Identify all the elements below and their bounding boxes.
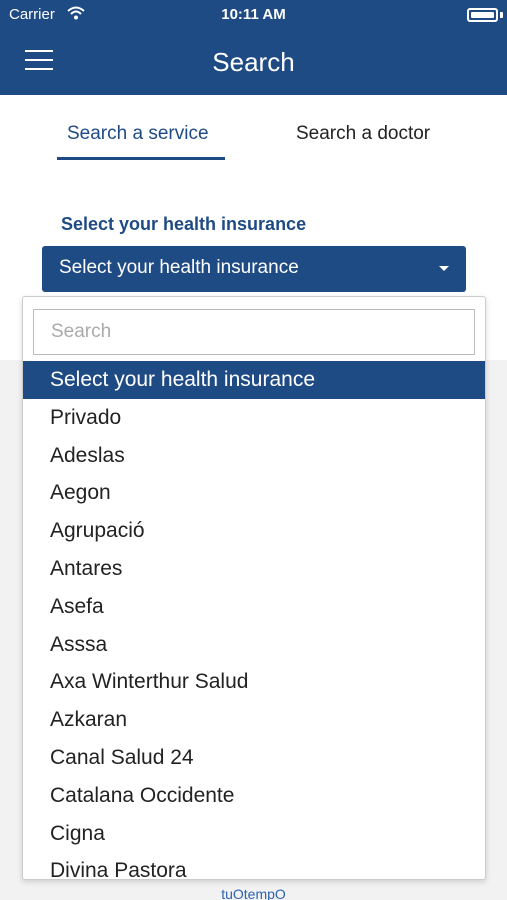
insurance-select-value: Select your health insurance bbox=[59, 257, 299, 278]
dropdown-option[interactable]: Azkaran bbox=[23, 701, 485, 739]
dropdown-option[interactable]: Asssa bbox=[23, 626, 485, 664]
insurance-label: Select your health insurance bbox=[61, 214, 307, 234]
page-title: Search bbox=[212, 47, 295, 77]
insurance-dropdown[interactable]: Select your health insurancePrivadoAdesl… bbox=[22, 296, 486, 880]
dropdown-option[interactable]: Asefa bbox=[23, 588, 485, 626]
dropdown-option[interactable]: Catalana Occidente bbox=[23, 777, 485, 815]
dropdown-option[interactable]: Adeslas bbox=[23, 437, 485, 475]
dropdown-option[interactable]: Aegon bbox=[23, 474, 485, 512]
tab-search-doctor[interactable]: Search a doctor bbox=[296, 123, 430, 145]
battery-tip bbox=[500, 12, 503, 18]
top-bar: Carrier 10:11 AM Search bbox=[0, 0, 507, 95]
dropdown-option[interactable]: Select your health insurance bbox=[23, 361, 485, 399]
tab-search-service[interactable]: Search a service bbox=[67, 123, 209, 145]
footer-brand: tuOtempO bbox=[221, 886, 286, 900]
status-bar: Carrier 10:11 AM bbox=[0, 0, 507, 30]
dropdown-option[interactable]: Antares bbox=[23, 550, 485, 588]
dropdown-option[interactable]: Canal Salud 24 bbox=[23, 739, 485, 777]
dropdown-option[interactable]: Cigna bbox=[23, 815, 485, 853]
dropdown-option[interactable]: Privado bbox=[23, 399, 485, 437]
battery-icon bbox=[467, 8, 498, 22]
dropdown-option[interactable]: Divina Pastora bbox=[23, 852, 485, 879]
caret-down-icon bbox=[439, 266, 449, 271]
clock: 10:11 AM bbox=[221, 6, 286, 23]
options-list: Select your health insurance Privado Adesl… bbox=[23, 361, 485, 879]
dropdown-search-input[interactable] bbox=[33, 309, 475, 355]
insurance-select[interactable]: Select your health insurance bbox=[42, 246, 466, 292]
dropdown-option[interactable]: Axa Winterthur Salud bbox=[23, 663, 485, 701]
dropdown-option[interactable]: Agrupació bbox=[23, 512, 485, 550]
active-tab-indicator bbox=[57, 157, 225, 160]
